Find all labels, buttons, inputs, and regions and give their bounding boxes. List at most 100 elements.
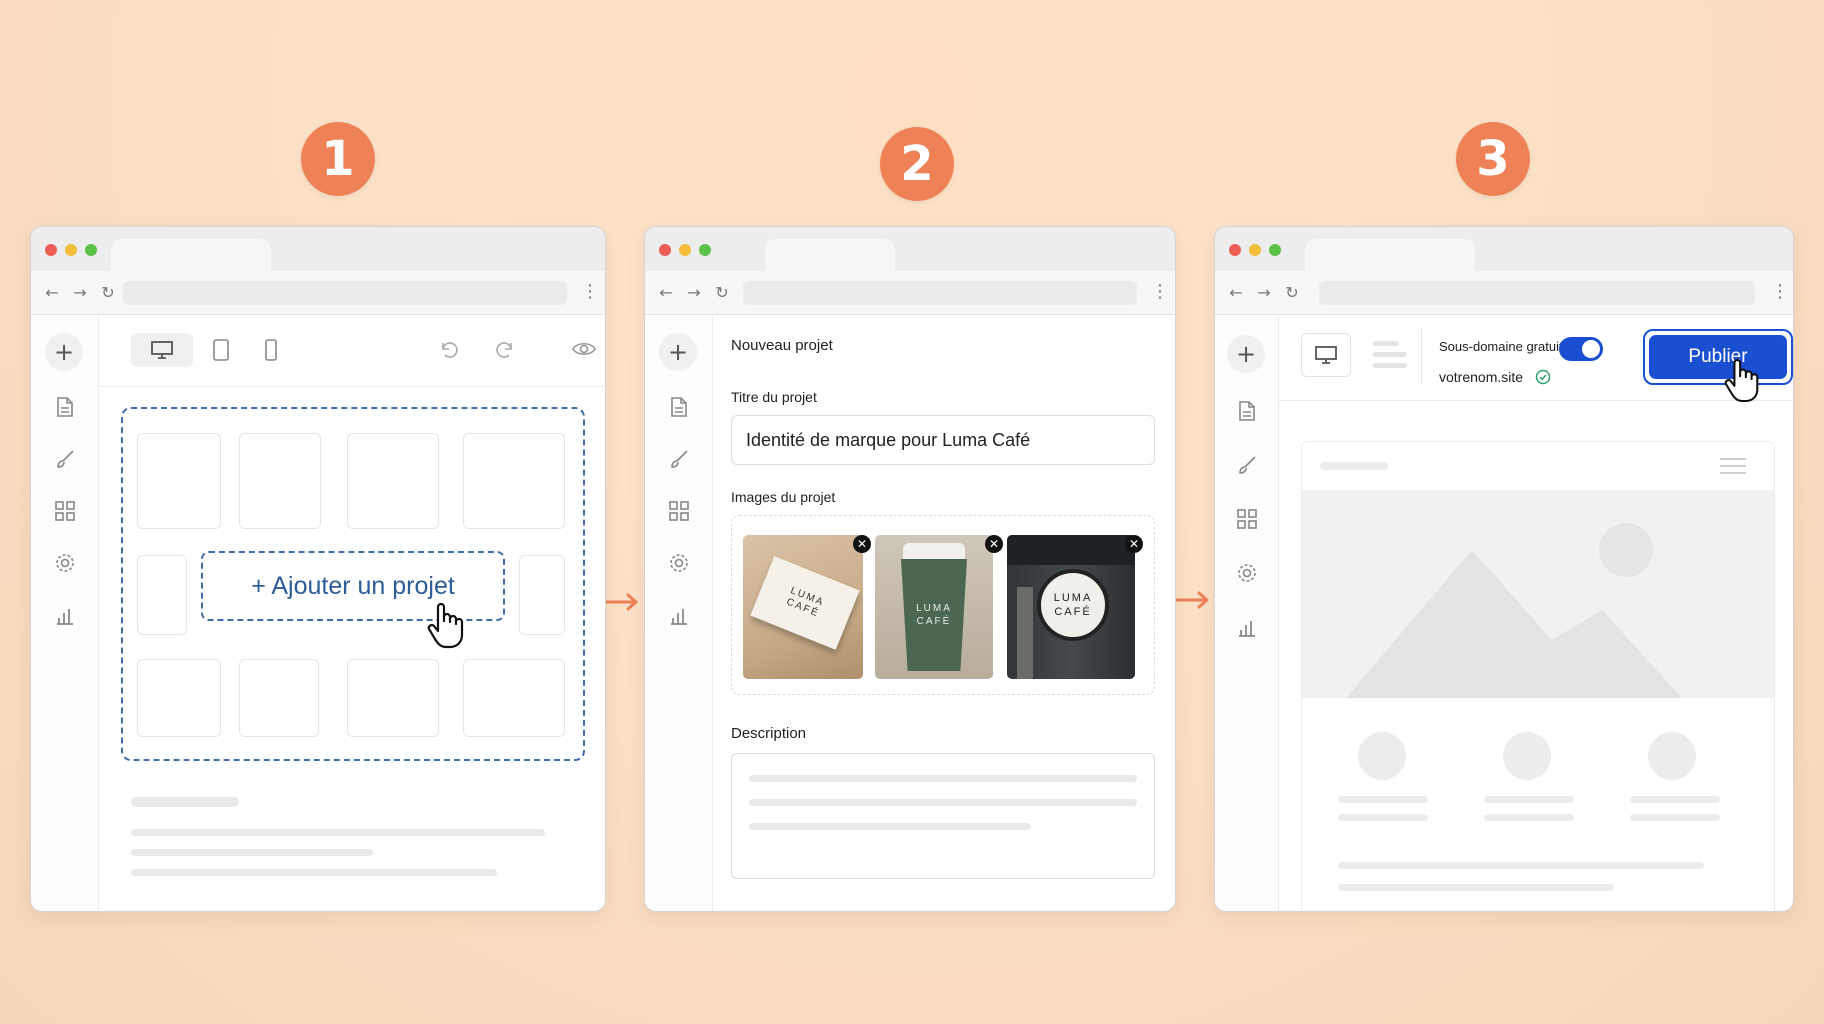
page-icon[interactable] [1233,397,1261,425]
undo-icon[interactable] [439,339,461,361]
analytics-icon[interactable] [1233,613,1261,641]
nav-bar: ← → ↻ ⋮ [1215,271,1793,315]
step-badge-1: 1 [301,122,375,196]
analytics-icon[interactable] [51,601,79,629]
browser-window-step1: ← → ↻ ⋮ + + Ajouter un projet [30,226,606,912]
close-dot[interactable] [45,244,57,256]
address-bar[interactable] [1319,281,1755,305]
project-image-storefront-sign[interactable]: LUMA CAFÉ [1007,535,1135,679]
text-placeholder [1338,814,1428,821]
hero-image-placeholder [1302,490,1774,698]
text-placeholder [131,849,373,856]
add-icon[interactable]: + [1227,335,1265,373]
close-dot[interactable] [659,244,671,256]
grid-icon[interactable] [1233,505,1261,533]
subdomain-value: votrenom.site [1439,369,1524,385]
browser-tab[interactable] [111,239,271,271]
text-placeholder [749,823,1031,830]
page-icon[interactable] [665,393,693,421]
step-badge-3: 3 [1456,122,1530,196]
grid-placeholder [463,433,565,529]
arrow-right-icon [604,593,638,611]
kebab-menu-icon[interactable]: ⋮ [1771,283,1789,301]
project-title-value: Identité de marque pour Luma Café [746,429,1031,450]
hand-cursor-icon [427,602,464,649]
grid-placeholder [239,433,321,529]
remove-image-icon[interactable]: ✕ [853,535,871,553]
avatar-placeholder [1648,732,1696,780]
description-textarea[interactable] [731,753,1155,879]
mountain-image-icon [1346,523,1682,698]
text-placeholder [131,797,239,807]
eye-icon[interactable] [571,339,597,359]
minimize-dot[interactable] [1249,244,1261,256]
address-bar[interactable] [743,281,1137,305]
hand-cursor-icon [1724,359,1759,403]
analytics-icon[interactable] [665,601,693,629]
remove-image-icon[interactable]: ✕ [1125,535,1143,553]
close-dot[interactable] [1229,244,1241,256]
tablet-icon[interactable] [212,339,230,361]
back-icon[interactable]: ← [657,283,675,302]
editor-sidebar: + [645,315,713,911]
reload-icon[interactable]: ↻ [713,283,731,302]
minimize-dot[interactable] [65,244,77,256]
desktop-icon[interactable] [1301,333,1351,377]
forward-icon[interactable]: → [71,283,89,302]
images-field-label: Images du projet [731,489,836,505]
settings-icon[interactable] [51,549,79,577]
forward-icon[interactable]: → [1255,283,1273,302]
titlebar [1215,227,1793,271]
project-image-coffee-cup[interactable]: LUMA CAFÉ [875,535,993,679]
back-icon[interactable]: ← [1227,283,1245,302]
maximize-dot[interactable] [1269,244,1281,256]
maximize-dot[interactable] [85,244,97,256]
browser-tab[interactable] [1305,239,1475,271]
reload-icon[interactable]: ↻ [1283,283,1301,302]
step-badge-2: 2 [880,127,954,201]
remove-image-icon[interactable]: ✕ [985,535,1003,553]
list-view-icon[interactable] [1373,341,1407,368]
title-field-label: Titre du projet [731,389,817,405]
image-text: LUMA CAFÉ [784,585,827,620]
reload-icon[interactable]: ↻ [99,283,117,302]
forward-icon[interactable]: → [685,283,703,302]
project-image-business-card[interactable]: LUMA CAFÉ [743,535,863,679]
brush-icon[interactable] [665,445,693,473]
avatar-placeholder [1358,732,1406,780]
browser-tab[interactable] [765,239,895,271]
maximize-dot[interactable] [699,244,711,256]
device-toolbar [99,315,605,387]
page-icon[interactable] [51,393,79,421]
text-placeholder [749,799,1137,806]
back-icon[interactable]: ← [43,283,61,302]
add-project-label: + Ajouter un projet [251,571,455,600]
kebab-menu-icon[interactable]: ⋮ [1151,283,1169,301]
kebab-menu-icon[interactable]: ⋮ [581,283,599,301]
brush-icon[interactable] [1233,451,1261,479]
mobile-icon[interactable] [264,339,278,361]
logo-placeholder [1320,462,1388,470]
grid-placeholder [519,555,565,635]
grid-icon[interactable] [665,497,693,525]
address-bar[interactable] [123,281,567,305]
project-title-input[interactable]: Identité de marque pour Luma Café [731,415,1155,465]
text-placeholder [1338,796,1428,803]
settings-icon[interactable] [665,549,693,577]
grid-placeholder [347,659,439,737]
nav-bar: ← → ↻ ⋮ [31,271,605,315]
redo-icon[interactable] [493,339,515,361]
grid-placeholder [239,659,319,737]
text-placeholder [749,775,1137,782]
publish-button[interactable]: Publier [1649,335,1787,379]
settings-icon[interactable] [1233,559,1261,587]
minimize-dot[interactable] [679,244,691,256]
grid-icon[interactable] [51,497,79,525]
add-icon[interactable]: + [45,333,83,371]
brush-icon[interactable] [51,445,79,473]
desktop-icon[interactable] [131,333,193,367]
subdomain-toggle[interactable] [1559,337,1603,361]
add-icon[interactable]: + [659,333,697,371]
check-circle-icon [1535,369,1551,385]
text-placeholder [131,869,497,876]
